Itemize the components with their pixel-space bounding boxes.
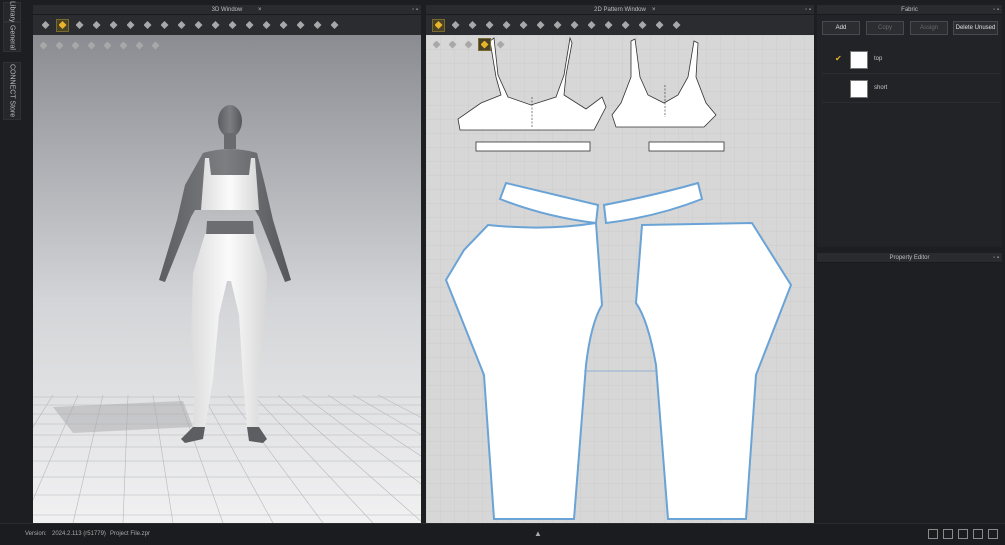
edit-pattern-icon[interactable]	[449, 19, 462, 32]
measure-display-icon[interactable]	[149, 39, 162, 52]
fabric-copy-button[interactable]: Copy	[866, 21, 904, 35]
transform-pattern-icon[interactable]	[432, 18, 445, 32]
window-2d-titlebar: 2D Pattern Window × ▫ ▪	[426, 5, 814, 15]
pattern-top-band-back[interactable]	[648, 141, 725, 152]
window-2d-controls[interactable]: ▫ ▪	[805, 5, 811, 15]
wind-tool-icon[interactable]	[311, 19, 324, 32]
fold-tool-icon[interactable]	[90, 19, 103, 32]
rectangle-tool-icon[interactable]	[483, 19, 496, 32]
toolbar-2d	[426, 15, 814, 35]
segment-sewing-icon[interactable]	[551, 19, 564, 32]
sew-tool-icon[interactable]	[175, 19, 188, 32]
side-tab-library[interactable]: Library	[3, 1, 21, 23]
garment-fit-icon[interactable]	[670, 19, 683, 32]
viewport-3d[interactable]	[33, 35, 421, 523]
version-label: Version:	[25, 531, 47, 537]
chevron-up-icon[interactable]: ▲	[534, 529, 542, 538]
fabric-panel-titlebar: Fabric ▫ ▪	[817, 5, 1002, 15]
layout-full-icon[interactable]	[988, 529, 998, 539]
avatar-tool-icon[interactable]	[294, 19, 307, 32]
checkmark-icon: ✔	[835, 54, 842, 63]
layout-three-icon[interactable]	[958, 529, 968, 539]
layout-quad-icon[interactable]	[973, 529, 983, 539]
measure-tool-icon[interactable]	[192, 19, 205, 32]
fabric-panel-title: Fabric	[901, 7, 918, 13]
pin-display-icon[interactable]	[85, 39, 98, 52]
seam-allowance-icon[interactable]	[534, 19, 547, 32]
grain-display-icon[interactable]	[462, 38, 475, 51]
trim-tool-icon[interactable]	[243, 19, 256, 32]
annotation-tool-icon[interactable]	[653, 19, 666, 32]
render-display-icon[interactable]	[133, 39, 146, 52]
avatar-display-icon[interactable]	[37, 39, 50, 52]
toolbar-3d	[33, 15, 421, 35]
brush-tool-icon[interactable]	[209, 19, 222, 32]
fabric-swatch	[850, 51, 868, 69]
pattern-canvas	[426, 35, 814, 523]
app-window: Library General CONNECT Store 3D Window …	[0, 0, 1005, 545]
polygon-tool-icon[interactable]	[466, 19, 479, 32]
zipper-tool-icon[interactable]	[602, 19, 615, 32]
stamp-display-icon[interactable]	[494, 38, 507, 51]
light-display-icon[interactable]	[117, 39, 130, 52]
check-sewing-icon[interactable]	[585, 19, 598, 32]
pattern-display-icon[interactable]	[430, 38, 443, 51]
fabric-item-short[interactable]: short	[822, 75, 1000, 103]
viewport-3d-display-toolbar	[37, 39, 162, 52]
fabric-assign-button[interactable]: Assign	[910, 21, 948, 35]
window-3d-controls[interactable]: ▫ ▪	[412, 5, 418, 15]
layout-split-icon[interactable]	[943, 529, 953, 539]
property-editor-titlebar: Property Editor ▫ ▪	[817, 253, 1002, 263]
fabric-item-top[interactable]: ✔ top	[822, 46, 1000, 74]
select-tool-icon[interactable]	[39, 19, 52, 32]
window-3d-title: 3D Window	[211, 7, 243, 13]
layout-single-icon[interactable]	[928, 529, 938, 539]
viewport-3d-scene	[33, 35, 421, 523]
viewport-2d-display-toolbar	[430, 38, 507, 51]
free-sewing-icon[interactable]	[568, 19, 581, 32]
side-tab-connect-store[interactable]: CONNECT Store	[3, 62, 21, 120]
project-file: Project File.zpr	[110, 531, 151, 537]
version-value: 2024.2.113 (r51779)	[52, 531, 106, 537]
fabric-panel-controls[interactable]: ▫ ▪	[993, 5, 999, 15]
fabric-display-icon[interactable]	[101, 39, 114, 52]
texture-display-icon[interactable]	[69, 39, 82, 52]
fabric-swatch	[850, 80, 868, 98]
arrange-tool-icon[interactable]	[107, 19, 120, 32]
measure-2d-icon[interactable]	[636, 19, 649, 32]
pressure-tool-icon[interactable]	[226, 19, 239, 32]
button-tool-icon[interactable]	[619, 19, 632, 32]
viewport-2d[interactable]	[426, 35, 814, 523]
garment-display-icon[interactable]	[53, 39, 66, 52]
internal-line-icon[interactable]	[500, 19, 513, 32]
property-editor-controls[interactable]: ▫ ▪	[993, 253, 999, 263]
pattern-top-band-front[interactable]	[475, 141, 591, 152]
shape-tool-icon[interactable]	[277, 19, 290, 32]
pin-tool-icon[interactable]	[141, 19, 154, 32]
property-editor-title: Property Editor	[889, 255, 930, 261]
gizmo-tool-icon[interactable]	[73, 19, 86, 32]
fabric-name: short	[874, 85, 888, 91]
side-tab-general[interactable]: General	[3, 22, 21, 52]
fabric-delete-unused-button[interactable]: Delete Unused	[953, 21, 998, 35]
sewing-display-icon[interactable]	[446, 38, 459, 51]
status-bar: Version: 2024.2.113 (r51779) Project Fil…	[0, 523, 1005, 545]
dart-tool-icon[interactable]	[517, 19, 530, 32]
fabric-add-button[interactable]: Add	[822, 21, 860, 35]
window-2d-close-tab[interactable]: ×	[652, 5, 656, 15]
point-tool-icon[interactable]	[124, 19, 137, 32]
fabric-color-icon[interactable]	[478, 38, 491, 51]
simulation-tool-icon[interactable]	[328, 19, 341, 32]
fabric-name: top	[874, 56, 883, 62]
tack-tool-icon[interactable]	[158, 19, 171, 32]
window-2d-title: 2D Pattern Window	[594, 7, 646, 13]
edit-tool-icon[interactable]	[260, 19, 273, 32]
property-editor-panel	[817, 263, 1002, 521]
move-tool-icon[interactable]	[56, 18, 69, 32]
window-3d-titlebar: 3D Window × ▫ ▪	[33, 5, 421, 15]
window-3d-close-tab[interactable]: ×	[258, 5, 262, 15]
